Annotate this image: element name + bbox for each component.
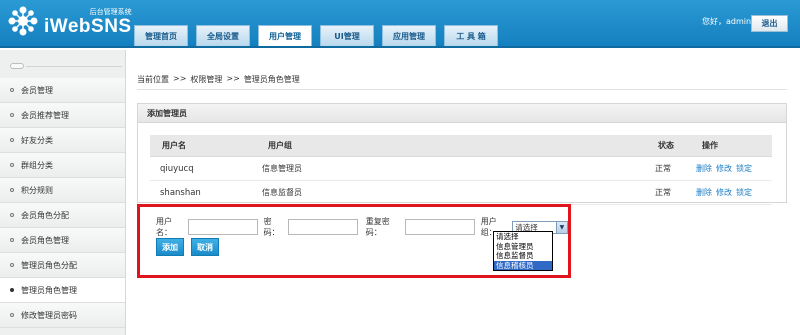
- top-header: 后台管理系统 iWebSNS 管理首页 全局设置 用户管理 UI管理 应用管理 …: [0, 0, 800, 48]
- password-label: 密码：: [263, 217, 280, 237]
- add-button[interactable]: 添加: [156, 238, 184, 256]
- bullet-icon: [10, 88, 14, 92]
- bullet-icon: [10, 263, 14, 267]
- repeat-password-label: 重复密码：: [365, 217, 390, 237]
- table-row: shanshan 信息监督员 正常 删除 修改 锁定: [150, 181, 772, 205]
- sidebar-item-member-management[interactable]: 会员管理: [0, 78, 125, 103]
- column-group: 用户组: [268, 141, 292, 150]
- column-status: 状态: [658, 141, 674, 150]
- breadcrumb-permission[interactable]: 权限管理: [190, 74, 222, 85]
- tab-admin-home[interactable]: 管理首页: [134, 25, 188, 46]
- tab-app-management[interactable]: 应用管理: [382, 25, 436, 46]
- sidebar-item-points-rules[interactable]: 积分规则: [0, 178, 125, 203]
- sidebar-item-member-recommendation[interactable]: 会员推荐管理: [0, 103, 125, 128]
- sidebar-item-change-admin-password[interactable]: 修改管理员密码: [0, 303, 125, 328]
- breadcrumb-current-label: 当前位置: [137, 75, 169, 84]
- sidebar-item-label: 管理员角色管理: [21, 285, 77, 295]
- sidebar-item-member-role-management[interactable]: 会员角色管理: [0, 228, 125, 253]
- bullet-icon: [10, 188, 14, 192]
- divider: [137, 89, 787, 90]
- cancel-button[interactable]: 取消: [191, 238, 219, 256]
- logo: 后台管理系统 iWebSNS: [8, 6, 132, 36]
- bullet-icon: [10, 163, 14, 167]
- bullet-icon: [10, 238, 14, 242]
- delete-link[interactable]: 删除: [696, 187, 712, 198]
- breadcrumb-separator: >>: [173, 74, 187, 83]
- sidebar-top: [0, 50, 125, 78]
- sidebar-item-label: 会员管理: [21, 85, 53, 95]
- column-actions: 操作: [702, 141, 718, 150]
- password-input[interactable]: [287, 219, 358, 235]
- user-greeting: 您好，admin: [702, 17, 752, 26]
- group-option[interactable]: 信息监督员: [494, 251, 552, 261]
- sidebar-item-group-categories[interactable]: 群组分类: [0, 153, 125, 178]
- tab-toolbox[interactable]: 工 具 箱: [444, 25, 498, 46]
- sidebar: 会员管理 会员推荐管理 好友分类 群组分类 积分规则 会员角色分配 会员角色管理…: [0, 50, 126, 335]
- column-username: 用户名: [162, 141, 186, 150]
- sidebar-item-label: 修改管理员密码: [21, 310, 77, 320]
- row-status: 正常: [655, 164, 671, 173]
- group-option-highlighted[interactable]: 信息稽核员: [494, 260, 552, 270]
- group-option[interactable]: 请选择: [494, 232, 552, 242]
- tab-ui-management[interactable]: UI管理: [320, 25, 374, 46]
- sidebar-collapse-toggle[interactable]: [10, 63, 24, 69]
- row-actions: 删除 修改 锁定: [696, 181, 752, 204]
- edit-link[interactable]: 修改: [716, 187, 732, 198]
- bullet-icon: [10, 313, 14, 317]
- sidebar-item-label: 管理员角色分配: [21, 260, 77, 270]
- username-input[interactable]: [187, 219, 258, 235]
- sidebar-item-label: 会员推荐管理: [21, 110, 69, 120]
- tab-user-management[interactable]: 用户管理: [258, 25, 312, 46]
- row-group: 信息监督员: [262, 188, 302, 197]
- lock-link[interactable]: 锁定: [736, 187, 752, 198]
- sidebar-item-label: 积分规则: [21, 185, 53, 195]
- row-status: 正常: [655, 188, 671, 197]
- chevron-down-icon[interactable]: ▼: [555, 221, 567, 233]
- panel-title: 添加管理员: [138, 104, 786, 123]
- logo-title: iWebSNS: [44, 15, 132, 37]
- bullet-icon: [10, 288, 14, 292]
- bullet-icon: [10, 213, 14, 217]
- row-actions: 删除 修改 锁定: [696, 157, 752, 180]
- sidebar-item-label: 会员角色管理: [21, 235, 69, 245]
- username-label: 用户名：: [156, 217, 172, 237]
- group-dropdown-list: 请选择 信息管理员 信息监督员 信息稽核员: [493, 231, 553, 271]
- breadcrumb-separator: >>: [226, 74, 240, 83]
- group-option[interactable]: 信息管理员: [494, 242, 552, 252]
- edit-link[interactable]: 修改: [716, 163, 732, 174]
- bullet-icon: [10, 113, 14, 117]
- lock-link[interactable]: 锁定: [736, 163, 752, 174]
- bullet-icon: [10, 138, 14, 142]
- breadcrumb-admin-role: 管理员角色管理: [243, 75, 300, 84]
- logout-button[interactable]: 退出: [751, 15, 788, 32]
- sidebar-item-friend-categories[interactable]: 好友分类: [0, 128, 125, 153]
- table-header: 用户名 用户组 状态 操作: [150, 135, 772, 157]
- delete-link[interactable]: 删除: [696, 163, 712, 174]
- row-username: shanshan: [160, 187, 201, 198]
- add-admin-form-highlight: 用户名： 密码： 重复密码： 用户组： 请选择 ▼ 请选择 信息管理员 信息监督…: [137, 204, 571, 278]
- table-row: qiuyucq 信息管理员 正常 删除 修改 锁定: [150, 157, 772, 181]
- logo-mark-icon: [8, 6, 38, 36]
- sidebar-item-admin-role-management[interactable]: 管理员角色管理: [0, 278, 125, 303]
- logo-text: 后台管理系统 iWebSNS: [44, 7, 132, 36]
- row-group: 信息管理员: [262, 164, 302, 173]
- main-nav: 管理首页 全局设置 用户管理 UI管理 应用管理 工 具 箱: [134, 25, 506, 46]
- sidebar-item-member-role-assign[interactable]: 会员角色分配: [0, 203, 125, 228]
- tab-global-settings[interactable]: 全局设置: [196, 25, 250, 46]
- sidebar-item-label: 好友分类: [21, 135, 53, 145]
- row-username: qiuyucq: [160, 163, 194, 174]
- sidebar-item-admin-role-assign[interactable]: 管理员角色分配: [0, 253, 125, 278]
- admin-table: 用户名 用户组 状态 操作 qiuyucq 信息管理员 正常 删除 修改 锁定 …: [150, 135, 772, 205]
- sidebar-item-label: 会员角色分配: [21, 210, 69, 220]
- add-admin-panel: 添加管理员 用户名 用户组 状态 操作 qiuyucq 信息管理员 正常 删除 …: [137, 103, 787, 205]
- divider: [26, 66, 122, 67]
- sidebar-item-label: 群组分类: [21, 160, 53, 170]
- repeat-password-input[interactable]: [404, 219, 475, 235]
- breadcrumb: 当前位置 >> 权限管理 >> 管理员角色管理: [137, 74, 300, 85]
